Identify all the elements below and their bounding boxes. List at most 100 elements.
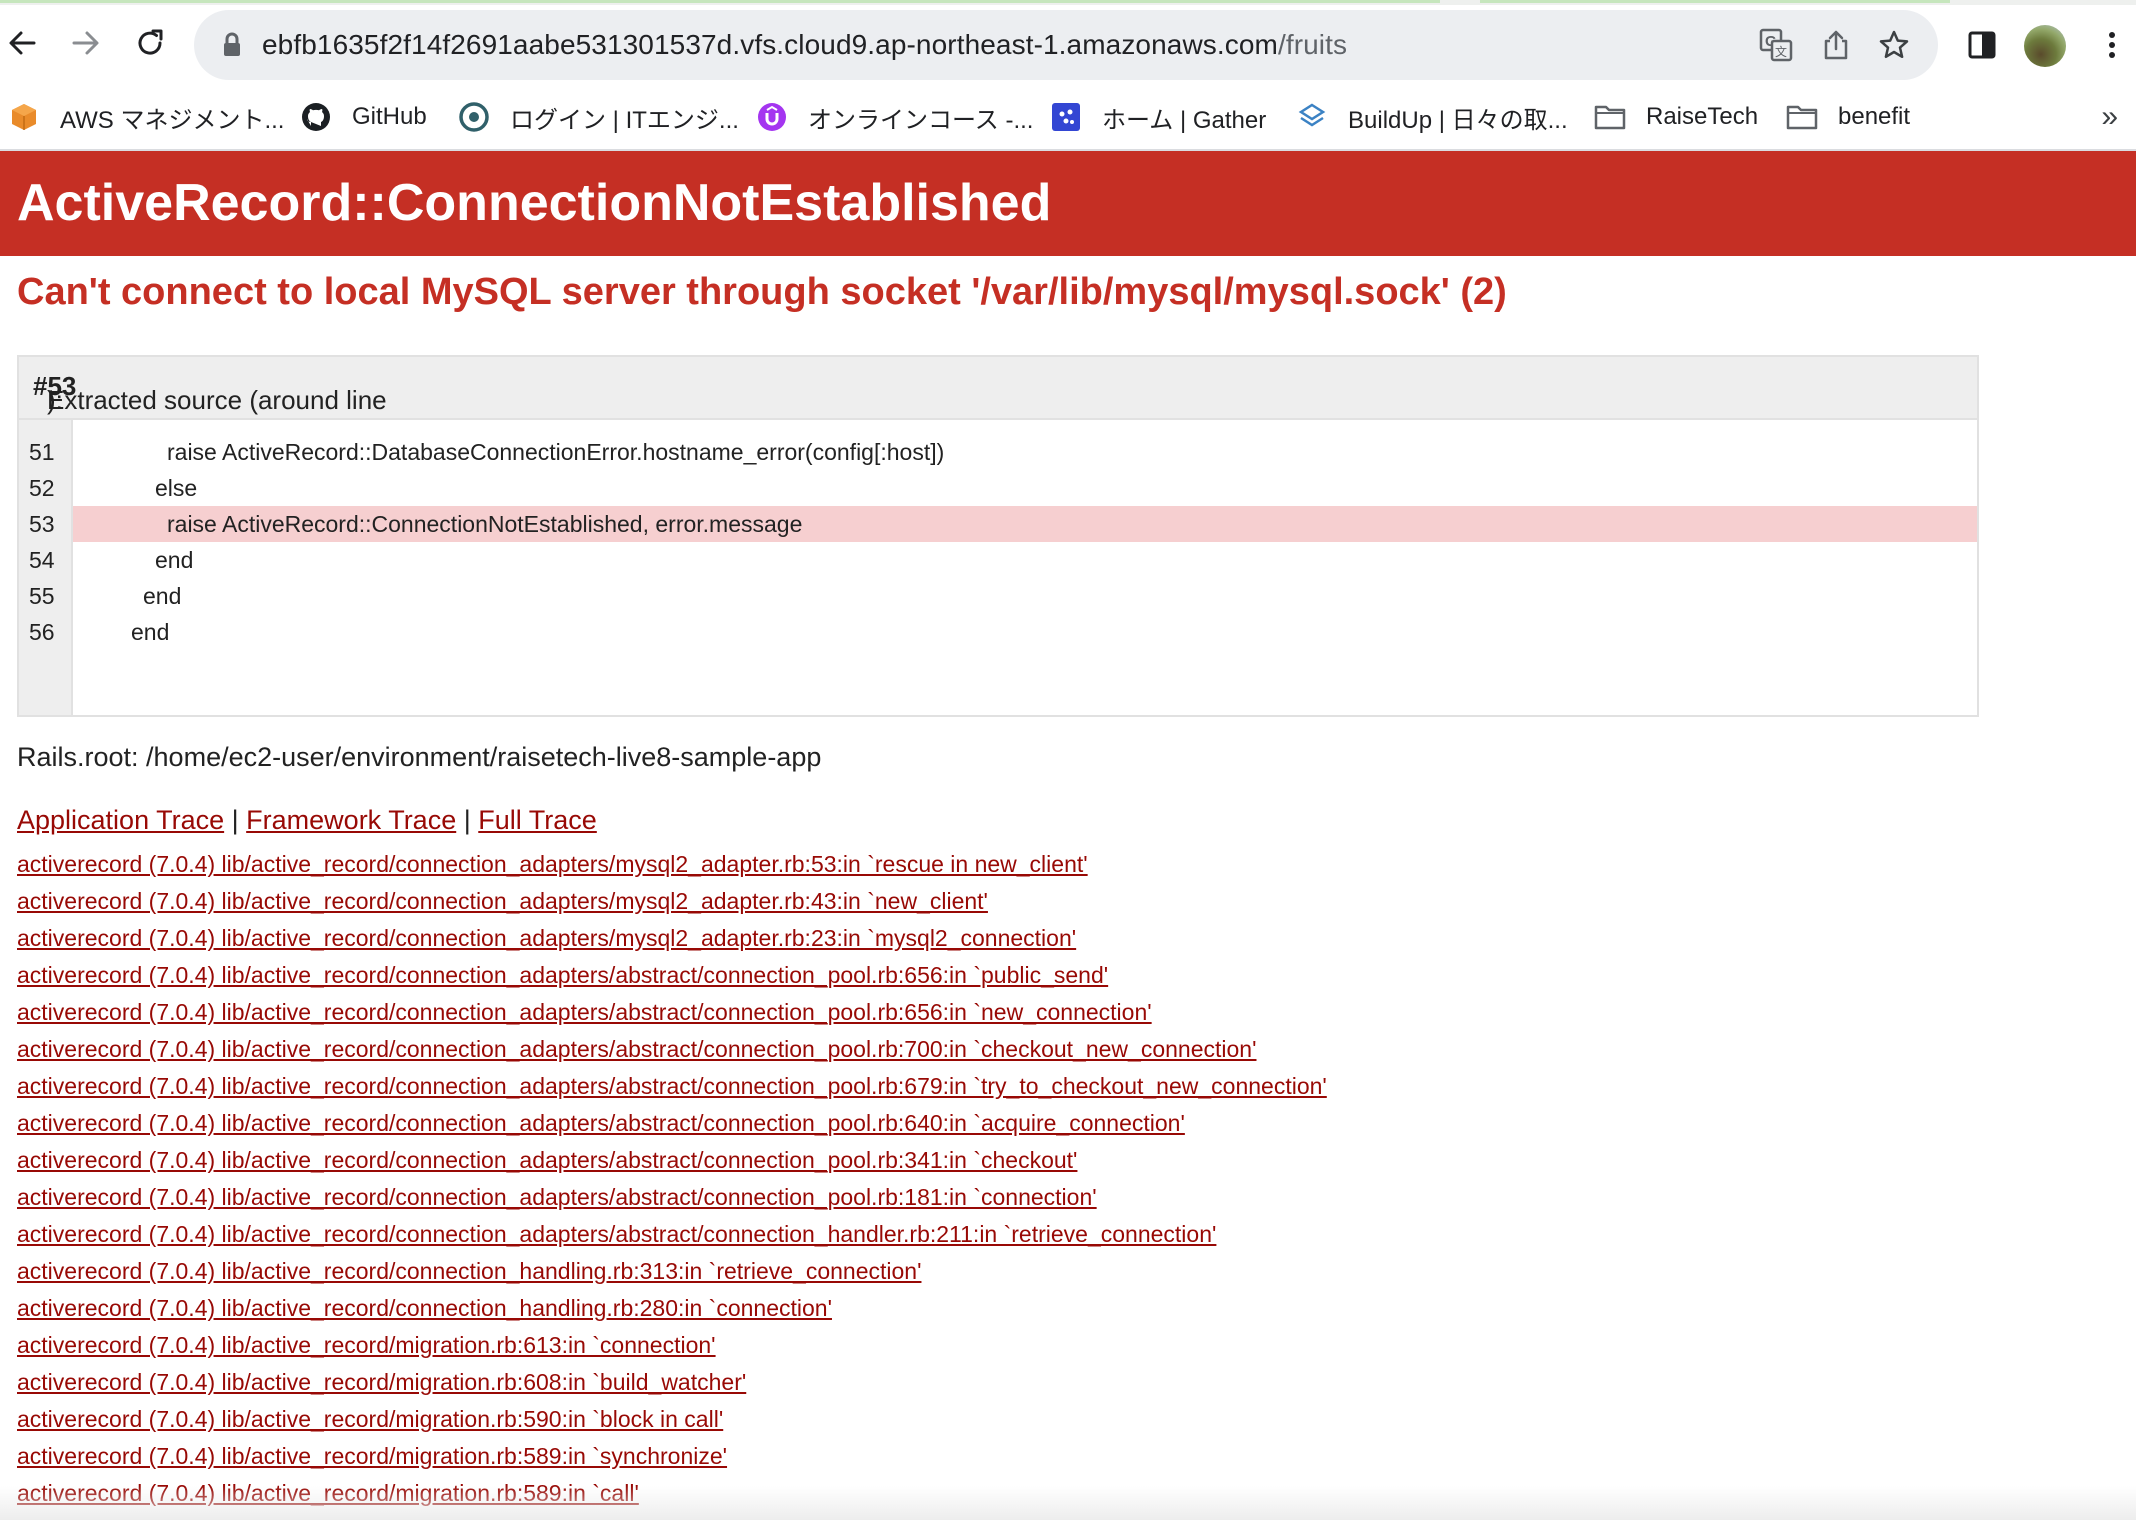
extracted-source-header: Extracted source (around line #53): <box>19 357 1977 420</box>
trace-link[interactable]: activerecord (7.0.4) lib/active_record/c… <box>17 1253 1327 1290</box>
bookmark-gather[interactable]: ホーム | Gather <box>1050 85 1266 149</box>
code-line: 56 end <box>19 614 1977 650</box>
code-line-background <box>73 470 1977 506</box>
folder-icon <box>1594 101 1626 133</box>
bookmark-folder-raisetech[interactable]: RaiseTech <box>1594 85 1758 149</box>
tab-strip-segment <box>0 0 1440 3</box>
bookmark-label: benefit <box>1838 103 1911 130</box>
line-number: 53 <box>29 511 55 537</box>
udemy-icon <box>756 101 788 133</box>
translate-icon[interactable]: G 文 <box>1754 23 1798 67</box>
code-line-background <box>73 578 1977 614</box>
tab-framework-trace[interactable]: Framework Trace <box>246 805 456 835</box>
trace-tab-separator: | <box>231 805 239 835</box>
trace-tabs: Application Trace | Framework Trace | Fu… <box>17 805 597 836</box>
share-icon[interactable] <box>1814 23 1858 67</box>
trace-link[interactable]: activerecord (7.0.4) lib/active_record/c… <box>17 1068 1327 1105</box>
more-bookmarks-button[interactable]: » <box>2101 85 2118 149</box>
url-host: ebfb1635f2f14f2691aabe531301537d.vfs.clo… <box>262 29 1278 60</box>
forward-arrow-icon <box>72 31 99 55</box>
reload-button[interactable] <box>124 17 176 69</box>
circle-logo-icon <box>458 101 490 133</box>
heading-prefix: Extracted source (around line <box>47 385 387 415</box>
bookmark-label: オンラインコース -... <box>808 106 1034 134</box>
code-line: 55 end <box>19 578 1977 614</box>
line-number: 51 <box>29 439 55 465</box>
code-text: end <box>155 547 194 573</box>
url-text[interactable]: ebfb1635f2f14f2691aabe531301537d.vfs.clo… <box>262 10 1347 80</box>
svg-text:文: 文 <box>1775 44 1787 59</box>
trace-link[interactable]: activerecord (7.0.4) lib/active_record/c… <box>17 1290 1327 1327</box>
bookmark-folder-benefit[interactable]: benefit <box>1786 85 1910 149</box>
url-path: /fruits <box>1277 29 1348 60</box>
code-line: 51 raise ActiveRecord::DatabaseConnectio… <box>19 434 1977 470</box>
bookmark-aws[interactable]: AWS マネジメント... <box>8 85 284 149</box>
trace-link[interactable]: activerecord (7.0.4) lib/active_record/c… <box>17 920 1327 957</box>
code-line: 52 else <box>19 470 1977 506</box>
gather-icon <box>1050 101 1082 133</box>
folder-icon <box>1786 101 1818 133</box>
trace-link[interactable]: activerecord (7.0.4) lib/active_record/c… <box>17 957 1327 994</box>
line-number: 54 <box>29 547 55 573</box>
side-panel-icon <box>1968 31 1996 59</box>
bookmark-label: ログイン | ITエンジ... <box>510 106 739 134</box>
back-button[interactable] <box>0 17 48 69</box>
trace-link[interactable]: activerecord (7.0.4) lib/active_record/c… <box>17 994 1327 1031</box>
trace-link[interactable]: activerecord (7.0.4) lib/active_record/m… <box>17 1327 1327 1364</box>
bookmark-label: ホーム | Gather <box>1102 106 1267 134</box>
kebab-menu-icon <box>2109 32 2115 58</box>
bookmark-online-course[interactable]: オンラインコース -... <box>756 85 1033 149</box>
tab-strip-segment <box>1480 0 1950 3</box>
bookmark-github[interactable]: GitHub <box>300 85 427 149</box>
code-line-background <box>73 614 1977 650</box>
code-text: else <box>155 475 198 501</box>
trace-link[interactable]: activerecord (7.0.4) lib/active_record/m… <box>17 1438 1327 1475</box>
buildup-icon <box>1296 101 1328 133</box>
trace-link[interactable]: activerecord (7.0.4) lib/active_record/c… <box>17 1031 1327 1068</box>
trace-link[interactable]: activerecord (7.0.4) lib/active_record/c… <box>17 1142 1327 1179</box>
browser-toolbar: ebfb1635f2f14f2691aabe531301537d.vfs.clo… <box>0 5 2136 85</box>
line-number: 56 <box>29 619 55 645</box>
bookmark-label: RaiseTech <box>1646 103 1759 130</box>
bookmark-buildup[interactable]: BuildUp | 日々の取... <box>1296 85 1568 149</box>
tab-application-trace[interactable]: Application Trace <box>17 805 224 835</box>
bookmark-label: GitHub <box>352 103 427 130</box>
extracted-source-heading: Extracted source (around line #53): <box>33 371 387 415</box>
profile-avatar[interactable] <box>2024 25 2066 67</box>
lock-icon[interactable] <box>210 23 254 67</box>
line-number: 52 <box>29 475 55 501</box>
code-line-background <box>73 542 1977 578</box>
bookmark-label: BuildUp | 日々の取... <box>1348 106 1568 134</box>
address-bar[interactable]: ebfb1635f2f14f2691aabe531301537d.vfs.clo… <box>194 10 1938 80</box>
tab-full-trace[interactable]: Full Trace <box>478 805 597 835</box>
scroll-fade <box>0 1486 2136 1520</box>
trace-link[interactable]: activerecord (7.0.4) lib/active_record/c… <box>17 846 1327 883</box>
bookmark-label: AWS マネジメント... <box>60 106 285 134</box>
trace-link[interactable]: activerecord (7.0.4) lib/active_record/m… <box>17 1364 1327 1401</box>
browser-menu-button[interactable] <box>2086 19 2136 71</box>
code-text: raise ActiveRecord::ConnectionNotEstabli… <box>167 511 803 537</box>
trace-link[interactable]: activerecord (7.0.4) lib/active_record/m… <box>17 1401 1327 1438</box>
bookmarks-bar: AWS マネジメント... GitHub ログイン | ITエンジ... オンラ… <box>0 85 2136 151</box>
error-message: Can't connect to local MySQL server thro… <box>17 271 1507 313</box>
side-panel-button[interactable] <box>1956 19 2008 71</box>
aws-cube-icon <box>8 101 40 133</box>
extracted-source: Extracted source (around line #53): 51 r… <box>17 355 1979 717</box>
error-title: ActiveRecord::ConnectionNotEstablished <box>17 174 1052 232</box>
code-line-highlighted: 53 raise ActiveRecord::ConnectionNotEsta… <box>19 506 1977 542</box>
trace-link[interactable]: activerecord (7.0.4) lib/active_record/c… <box>17 1105 1327 1142</box>
error-header: ActiveRecord::ConnectionNotEstablished <box>0 151 2136 256</box>
bookmark-star-icon[interactable] <box>1872 23 1916 67</box>
trace-link[interactable]: activerecord (7.0.4) lib/active_record/c… <box>17 1216 1327 1253</box>
trace-link[interactable]: activerecord (7.0.4) lib/active_record/c… <box>17 1179 1327 1216</box>
code-text: end <box>143 583 182 609</box>
forward-button[interactable] <box>60 17 112 69</box>
github-icon <box>300 101 332 133</box>
bookmark-it-engineer[interactable]: ログイン | ITエンジ... <box>458 85 739 149</box>
trace-link[interactable]: activerecord (7.0.4) lib/active_record/c… <box>17 883 1327 920</box>
trace-tab-separator: | <box>463 805 471 835</box>
trace-list: activerecord (7.0.4) lib/active_record/c… <box>17 846 1327 1512</box>
code-text: end <box>131 619 170 645</box>
line-number: 55 <box>29 583 55 609</box>
rails-root: Rails.root: /home/ec2-user/environment/r… <box>17 742 822 772</box>
